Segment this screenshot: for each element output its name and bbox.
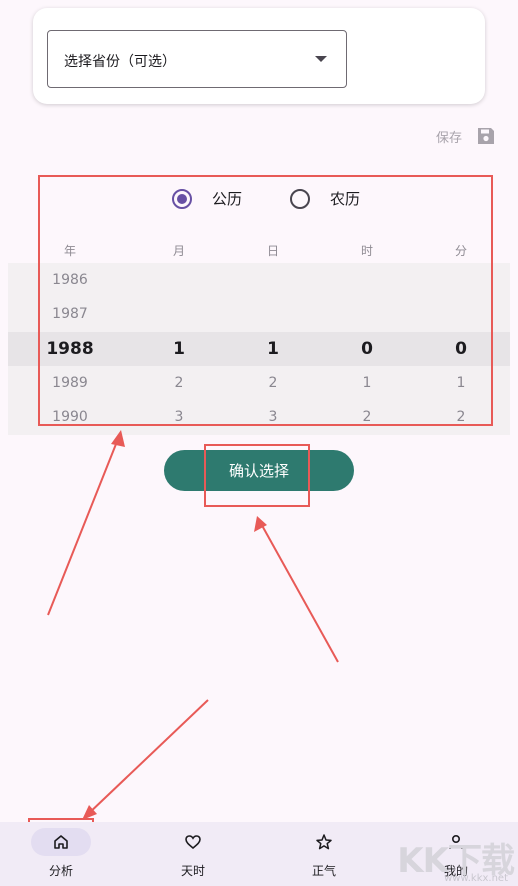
star-icon — [315, 833, 333, 851]
nav-label-zhengqi: 正气 — [311, 864, 336, 878]
home-icon — [52, 833, 70, 851]
annotation-arrows — [47, 430, 339, 820]
nav-item-tianshi[interactable]: 天时 — [143, 822, 243, 886]
nav-label-tianshi: 天时 — [180, 864, 205, 878]
nav-label-analysis: 分析 — [48, 864, 73, 878]
watermark: KK下载 www.kkx.net — [397, 833, 515, 884]
watermark-url: www.kkx.net — [444, 873, 508, 884]
nav-item-zhengqi[interactable]: 正气 — [274, 822, 374, 886]
nav-item-analysis[interactable]: 分析 — [11, 822, 111, 886]
heart-icon — [184, 833, 202, 851]
